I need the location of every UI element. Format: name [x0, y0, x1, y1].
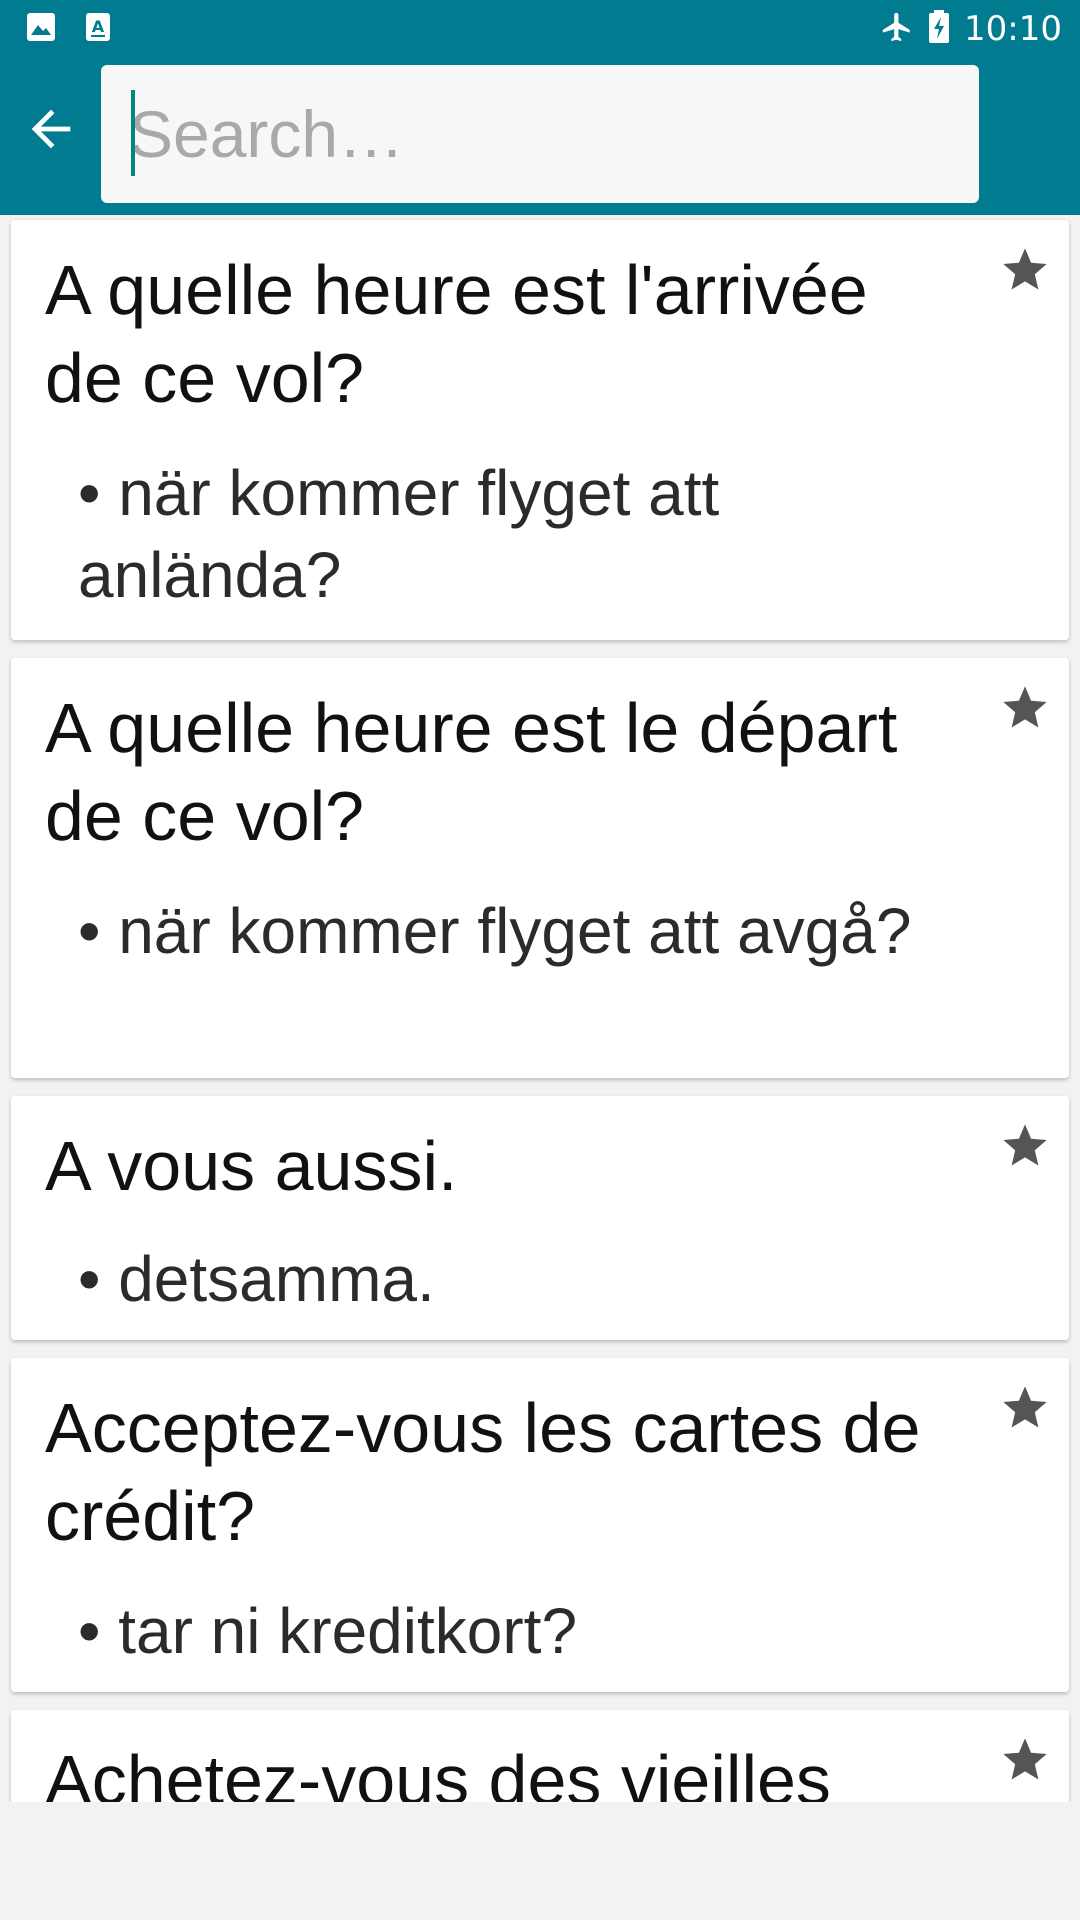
svg-text:A: A	[92, 17, 105, 36]
status-bar: A 10:10	[0, 0, 1080, 58]
phrase-text: A quelle heure est l'arrivée de ce vol?	[45, 251, 868, 417]
phrase-text: A quelle heure est le départ de ce vol?	[45, 689, 898, 855]
translation-text: • när kommer flyget att avgå?	[78, 895, 912, 967]
search-input[interactable]	[129, 91, 949, 177]
battery-charging-icon	[928, 10, 950, 48]
app-notification-icon: A	[84, 12, 112, 46]
bottom-panel	[0, 1802, 1080, 1920]
status-system: 10:10	[880, 6, 1062, 52]
image-icon	[26, 12, 56, 46]
phrase-card[interactable]: Acceptez-vous les cartes de crédit? • ta…	[11, 1358, 1069, 1692]
status-notifications: A	[26, 12, 112, 46]
star-icon[interactable]	[999, 1382, 1051, 1434]
star-icon[interactable]	[999, 682, 1051, 734]
translation-text: • detsamma.	[78, 1243, 435, 1315]
search-box[interactable]	[101, 65, 979, 203]
phrase-card[interactable]: A vous aussi. • detsamma.	[11, 1096, 1069, 1340]
translation-text: • tar ni kreditkort?	[78, 1595, 578, 1667]
phrase-card[interactable]: A quelle heure est l'arrivée de ce vol? …	[11, 220, 1069, 640]
airplane-mode-icon	[880, 10, 914, 48]
phrase-card[interactable]: A quelle heure est le départ de ce vol? …	[11, 658, 1069, 1078]
star-icon[interactable]	[999, 244, 1051, 296]
status-clock: 10:10	[964, 9, 1062, 49]
star-icon[interactable]	[999, 1120, 1051, 1172]
phrase-text: Acceptez-vous les cartes de crédit?	[45, 1389, 921, 1555]
phrase-list[interactable]: A quelle heure est l'arrivée de ce vol? …	[0, 218, 1080, 1802]
arrow-left-icon	[22, 100, 80, 162]
phrase-text: Achetez-vous des vieilles	[45, 1741, 831, 1802]
search-toolbar	[0, 58, 1080, 215]
phrase-card[interactable]: Achetez-vous des vieilles	[11, 1710, 1069, 1802]
phrase-text: A vous aussi.	[45, 1127, 458, 1205]
back-button[interactable]	[16, 96, 86, 166]
star-icon[interactable]	[999, 1734, 1051, 1786]
text-cursor	[131, 90, 135, 176]
translation-text: • när kommer flyget att anlända?	[78, 457, 720, 611]
